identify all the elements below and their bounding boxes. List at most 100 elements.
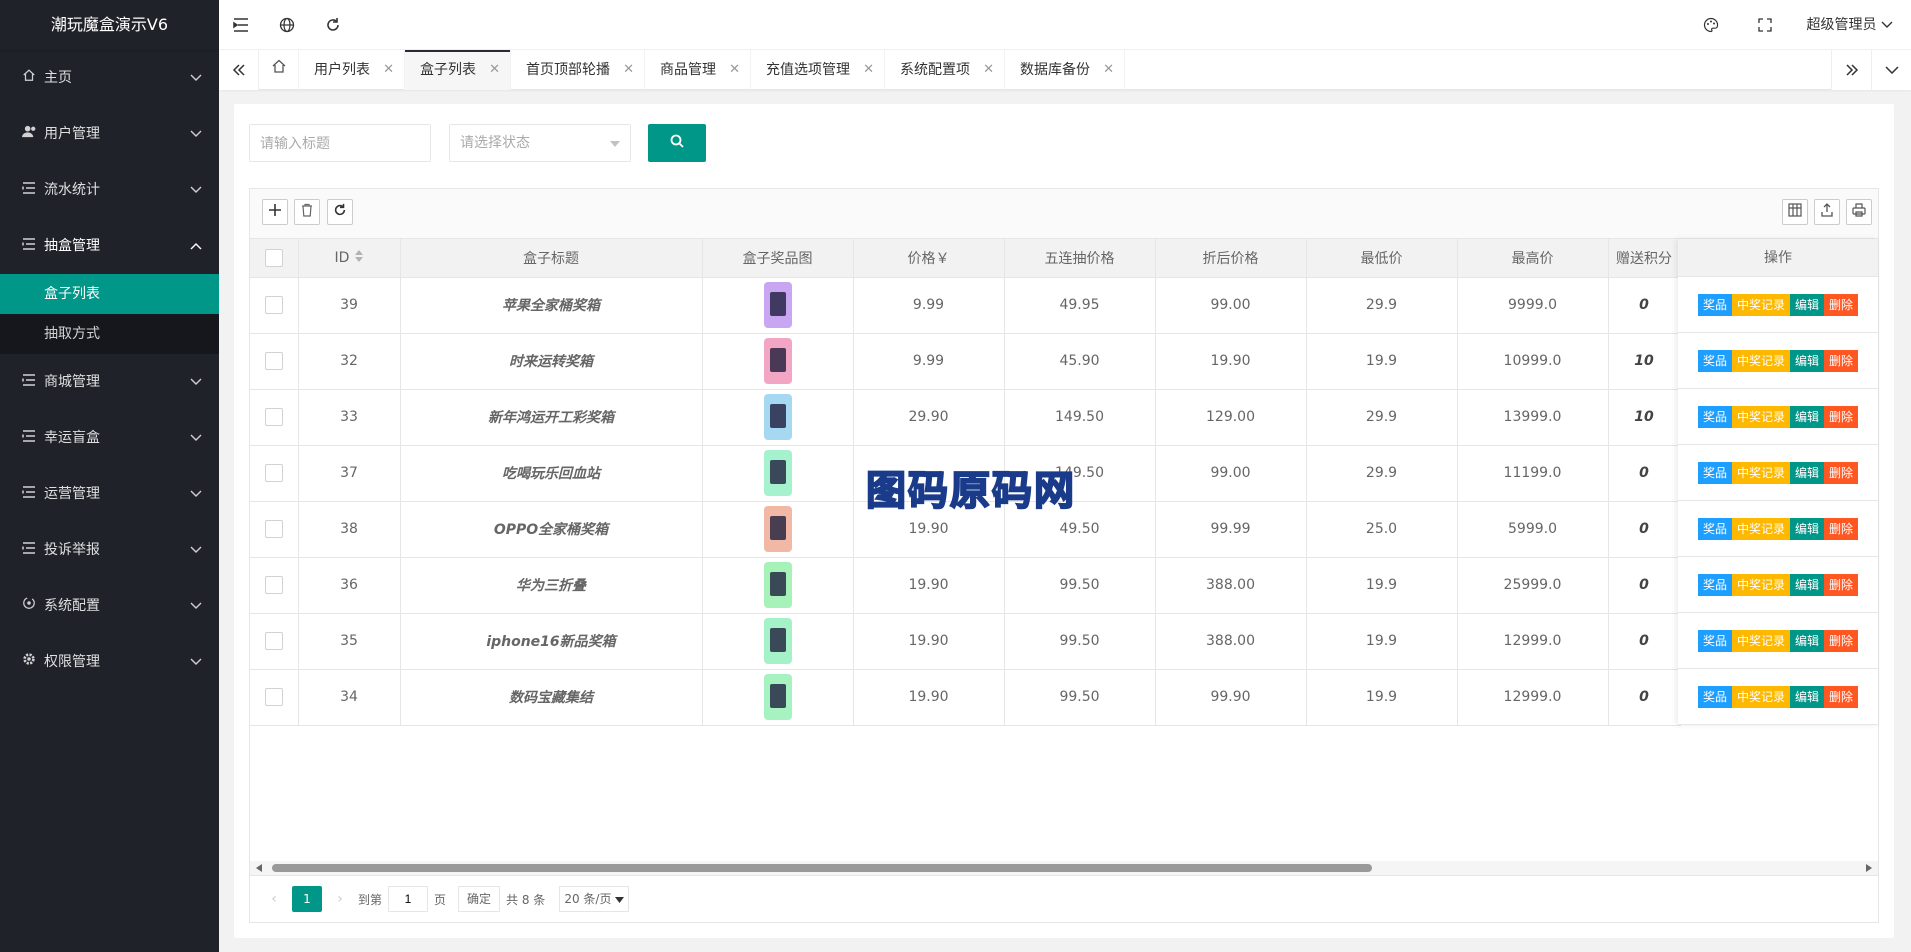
scroll-right-arrow-icon[interactable] bbox=[1866, 864, 1872, 872]
win-record-button[interactable]: 中奖记录 bbox=[1731, 573, 1790, 596]
globe-icon[interactable] bbox=[265, 0, 309, 50]
row-checkbox[interactable] bbox=[264, 632, 283, 650]
win-record-button[interactable]: 中奖记录 bbox=[1731, 629, 1790, 652]
delete-button[interactable]: 删除 bbox=[1824, 517, 1859, 540]
edit-button[interactable]: 编辑 bbox=[1790, 461, 1825, 484]
select-all-checkbox[interactable] bbox=[264, 248, 283, 267]
tab-0[interactable]: 用户列表 ✕ bbox=[299, 50, 405, 90]
edit-button[interactable]: 编辑 bbox=[1790, 573, 1825, 596]
next-page-icon[interactable]: › bbox=[328, 891, 352, 907]
sidebar-subitem-1[interactable]: 抽取方式 bbox=[0, 314, 219, 354]
prize-button[interactable]: 奖品 bbox=[1697, 629, 1732, 652]
prize-thumbnail[interactable] bbox=[763, 282, 792, 328]
sidebar-item-7[interactable]: 投诉举报 bbox=[0, 522, 219, 578]
prize-button[interactable]: 奖品 bbox=[1697, 349, 1732, 372]
prize-thumbnail[interactable] bbox=[763, 674, 792, 720]
prize-button[interactable]: 奖品 bbox=[1697, 405, 1732, 428]
row-select[interactable] bbox=[250, 613, 299, 670]
delete-button[interactable]: 删除 bbox=[1824, 293, 1859, 316]
delete-button[interactable]: 删除 bbox=[1824, 573, 1859, 596]
sidebar-item-0[interactable]: 主页 bbox=[0, 50, 219, 106]
sort-icon[interactable] bbox=[355, 249, 364, 266]
menu-toggle-icon[interactable] bbox=[219, 0, 263, 50]
prev-page-icon[interactable]: ‹ bbox=[262, 891, 286, 907]
row-checkbox[interactable] bbox=[264, 576, 283, 594]
row-select[interactable] bbox=[250, 557, 299, 614]
row-checkbox[interactable] bbox=[264, 464, 283, 482]
row-checkbox[interactable] bbox=[264, 352, 283, 370]
tab-5[interactable]: 系统配置项 ✕ bbox=[885, 50, 1005, 90]
fullscreen-icon[interactable] bbox=[1743, 0, 1787, 50]
close-icon[interactable]: ✕ bbox=[1103, 50, 1114, 90]
prize-thumbnail[interactable] bbox=[763, 394, 792, 440]
prize-button[interactable]: 奖品 bbox=[1697, 293, 1732, 316]
row-checkbox[interactable] bbox=[264, 520, 283, 538]
tab-3[interactable]: 商品管理 ✕ bbox=[645, 50, 751, 90]
prize-thumbnail[interactable] bbox=[763, 450, 792, 496]
prize-button[interactable]: 奖品 bbox=[1697, 685, 1732, 708]
row-checkbox[interactable] bbox=[264, 296, 283, 314]
sidebar-item-5[interactable]: 幸运盲盒 bbox=[0, 410, 219, 466]
edit-button[interactable]: 编辑 bbox=[1790, 405, 1825, 428]
page-number-input[interactable] bbox=[388, 886, 429, 912]
sidebar-item-9[interactable]: 权限管理 bbox=[0, 634, 219, 690]
export-button[interactable] bbox=[1814, 199, 1840, 225]
row-checkbox[interactable] bbox=[264, 408, 283, 426]
close-icon[interactable]: ✕ bbox=[983, 50, 994, 90]
tabs-scroll-right-icon[interactable] bbox=[1831, 50, 1871, 90]
status-select[interactable]: 请选择状态 bbox=[449, 124, 631, 162]
prize-thumbnail[interactable] bbox=[763, 562, 792, 608]
tab-6[interactable]: 数据库备份 ✕ bbox=[1005, 50, 1125, 90]
delete-button[interactable]: 删除 bbox=[1824, 461, 1859, 484]
prize-button[interactable]: 奖品 bbox=[1697, 573, 1732, 596]
reload-table-button[interactable] bbox=[327, 199, 353, 225]
tab-2[interactable]: 首页顶部轮播 ✕ bbox=[511, 50, 645, 90]
tab-4[interactable]: 充值选项管理 ✕ bbox=[751, 50, 885, 90]
columns-filter-button[interactable] bbox=[1782, 199, 1808, 225]
delete-button[interactable]: 删除 bbox=[1824, 349, 1859, 372]
close-icon[interactable]: ✕ bbox=[863, 50, 874, 90]
delete-button[interactable]: 删除 bbox=[1824, 685, 1859, 708]
scrollbar-thumb[interactable] bbox=[272, 864, 1372, 872]
header-select-all[interactable] bbox=[250, 239, 299, 278]
row-checkbox[interactable] bbox=[264, 688, 283, 706]
user-menu[interactable]: 超级管理员 bbox=[1807, 0, 1893, 50]
add-button[interactable] bbox=[262, 199, 288, 225]
win-record-button[interactable]: 中奖记录 bbox=[1731, 517, 1790, 540]
sidebar-item-2[interactable]: 流水统计 bbox=[0, 162, 219, 218]
edit-button[interactable]: 编辑 bbox=[1790, 517, 1825, 540]
win-record-button[interactable]: 中奖记录 bbox=[1731, 685, 1790, 708]
delete-batch-button[interactable] bbox=[294, 199, 320, 225]
refresh-icon[interactable] bbox=[311, 0, 355, 50]
delete-button[interactable]: 删除 bbox=[1824, 629, 1859, 652]
tabs-scroll-left-icon[interactable] bbox=[219, 50, 259, 90]
scroll-left-arrow-icon[interactable] bbox=[256, 864, 262, 872]
sidebar-item-3[interactable]: 抽盒管理 bbox=[0, 218, 219, 274]
edit-button[interactable]: 编辑 bbox=[1790, 293, 1825, 316]
delete-button[interactable]: 删除 bbox=[1824, 405, 1859, 428]
header-id[interactable]: ID bbox=[298, 239, 401, 278]
row-select[interactable] bbox=[250, 669, 299, 726]
sidebar-item-8[interactable]: 系统配置 bbox=[0, 578, 219, 634]
edit-button[interactable]: 编辑 bbox=[1790, 685, 1825, 708]
close-icon[interactable]: ✕ bbox=[489, 50, 500, 90]
goto-confirm-button[interactable]: 确定 bbox=[458, 886, 501, 912]
tab-home[interactable] bbox=[259, 50, 299, 90]
row-select[interactable] bbox=[250, 445, 299, 502]
prize-button[interactable]: 奖品 bbox=[1697, 461, 1732, 484]
prize-button[interactable]: 奖品 bbox=[1697, 517, 1732, 540]
prize-thumbnail[interactable] bbox=[763, 338, 792, 384]
sidebar-item-4[interactable]: 商城管理 bbox=[0, 354, 219, 410]
win-record-button[interactable]: 中奖记录 bbox=[1731, 349, 1790, 372]
horizontal-scrollbar[interactable] bbox=[250, 861, 1878, 875]
search-button[interactable] bbox=[648, 124, 706, 162]
edit-button[interactable]: 编辑 bbox=[1790, 349, 1825, 372]
close-icon[interactable]: ✕ bbox=[623, 50, 634, 90]
row-select[interactable] bbox=[250, 333, 299, 390]
row-select[interactable] bbox=[250, 501, 299, 558]
sidebar-item-6[interactable]: 运营管理 bbox=[0, 466, 219, 522]
sidebar-subitem-0[interactable]: 盒子列表 bbox=[0, 274, 219, 314]
row-select[interactable] bbox=[250, 389, 299, 446]
tab-1[interactable]: 盒子列表 ✕ bbox=[405, 50, 511, 90]
win-record-button[interactable]: 中奖记录 bbox=[1731, 293, 1790, 316]
